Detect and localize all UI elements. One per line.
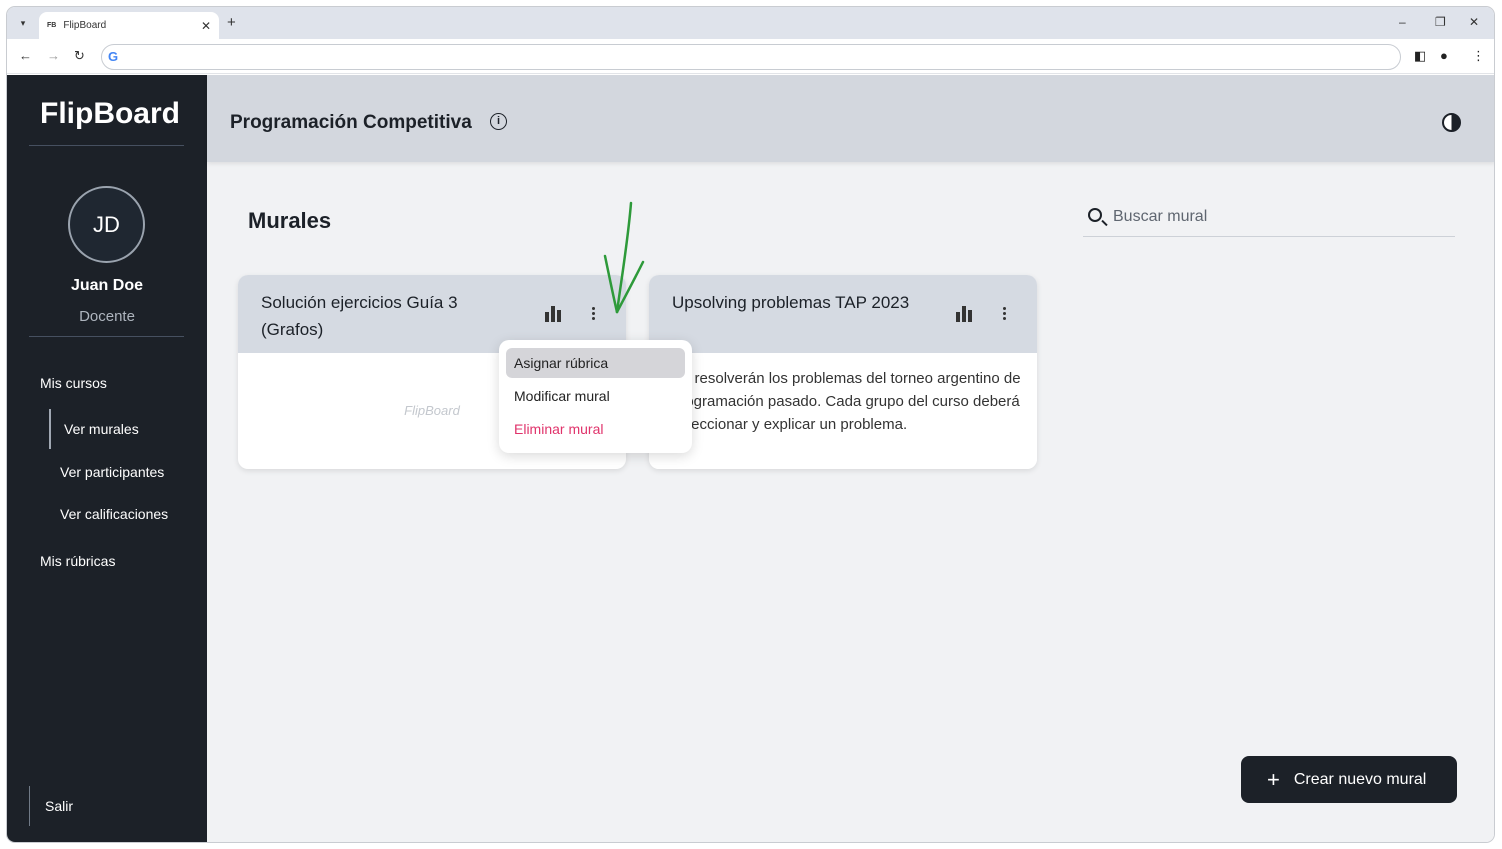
brand-logo[interactable]: FlipBoard xyxy=(40,97,180,131)
app: FlipBoard JD Juan Doe Docente Mis cursos… xyxy=(7,75,1494,842)
sidebar: FlipBoard JD Juan Doe Docente Mis cursos… xyxy=(7,75,207,842)
sidebar-item-ver-participantes[interactable]: Ver participantes xyxy=(60,464,164,480)
sidebar-item-mis-cursos[interactable]: Mis cursos xyxy=(40,375,107,391)
tab-close-icon[interactable]: ✕ xyxy=(201,19,211,33)
main-content: Programación Competitiva i Murales Soluc… xyxy=(207,75,1494,842)
minimize-icon[interactable]: – xyxy=(1399,15,1406,29)
avatar[interactable]: JD xyxy=(68,186,145,263)
menu-item-assign-rubric[interactable]: Asignar rúbrica xyxy=(506,348,685,378)
sidebar-item-mis-rubricas[interactable]: Mis rúbricas xyxy=(40,553,115,569)
search-box xyxy=(1083,199,1455,237)
search-icon xyxy=(1088,208,1102,222)
bar-chart-icon[interactable] xyxy=(545,306,565,322)
more-options-icon[interactable] xyxy=(999,305,1009,321)
address-bar[interactable]: G xyxy=(101,44,1401,70)
section-title: Murales xyxy=(248,208,332,233)
card-title: Solución ejercicios Guía 3 (Grafos) xyxy=(261,293,458,339)
more-options-icon[interactable] xyxy=(588,305,598,321)
sidebar-item-ver-murales[interactable]: Ver murales xyxy=(64,421,139,437)
browser-menu-icon[interactable]: ⋮ xyxy=(1472,48,1485,64)
card-description: Se resolverán los problemas del torneo a… xyxy=(672,370,1021,433)
forward-arrow-icon[interactable]: → xyxy=(47,48,60,63)
menu-item-edit-mural[interactable]: Modificar mural xyxy=(506,381,685,411)
divider xyxy=(29,336,184,337)
tab-search-chevron-icon[interactable]: ▾ xyxy=(14,14,32,32)
favicon-icon: FB xyxy=(47,22,57,29)
bar-chart-icon[interactable] xyxy=(956,306,976,322)
address-toolbar: ← → ↻ G ◧ ● ⋮ xyxy=(7,39,1494,74)
divider xyxy=(29,786,30,826)
new-tab-icon[interactable]: + xyxy=(227,14,236,31)
tab-bar: ▾ FB FlipBoard ✕ + – ❐ ✕ xyxy=(7,7,1494,39)
browser-tab[interactable]: FB FlipBoard ✕ xyxy=(39,12,219,39)
plus-icon: + xyxy=(1267,766,1280,792)
theme-toggle-icon[interactable] xyxy=(1442,113,1461,132)
browser-window: ▾ FB FlipBoard ✕ + – ❐ ✕ ← → ↻ G ◧ ● ⋮ F… xyxy=(6,6,1495,843)
create-mural-button[interactable]: + Crear nuevo mural xyxy=(1241,756,1457,803)
course-header: Programación Competitiva i xyxy=(207,75,1494,162)
user-name: Juan Doe xyxy=(70,277,143,294)
reload-icon[interactable]: ↻ xyxy=(74,48,85,64)
card-header: Upsolving problemas TAP 2023 xyxy=(649,275,1037,353)
sidebar-item-ver-calificaciones[interactable]: Ver calificaciones xyxy=(60,506,168,522)
profile-icon[interactable]: ● xyxy=(1440,48,1448,63)
divider xyxy=(29,145,184,146)
close-window-icon[interactable]: ✕ xyxy=(1469,15,1479,29)
fade-overlay xyxy=(649,429,1037,469)
info-icon[interactable]: i xyxy=(490,113,507,130)
restore-icon[interactable]: ❐ xyxy=(1435,15,1446,29)
logout-button[interactable]: Salir xyxy=(45,798,73,814)
active-indicator xyxy=(49,409,51,449)
card-context-menu: Asignar rúbrica Modificar mural Eliminar… xyxy=(499,340,692,453)
side-panel-icon[interactable]: ◧ xyxy=(1414,48,1426,64)
page-title: Programación Competitiva xyxy=(230,112,472,133)
tab-title: FlipBoard xyxy=(63,20,107,31)
create-mural-label: Crear nuevo mural xyxy=(1293,770,1427,788)
google-icon: G xyxy=(108,49,119,64)
menu-item-delete-mural[interactable]: Eliminar mural xyxy=(506,414,685,444)
mural-card[interactable]: Upsolving problemas TAP 2023 Se resolver… xyxy=(649,275,1037,469)
user-role: Docente xyxy=(79,308,135,325)
search-input[interactable] xyxy=(1113,206,1443,228)
card-title: Upsolving problemas TAP 2023 xyxy=(672,293,910,312)
back-arrow-icon[interactable]: ← xyxy=(19,48,32,63)
